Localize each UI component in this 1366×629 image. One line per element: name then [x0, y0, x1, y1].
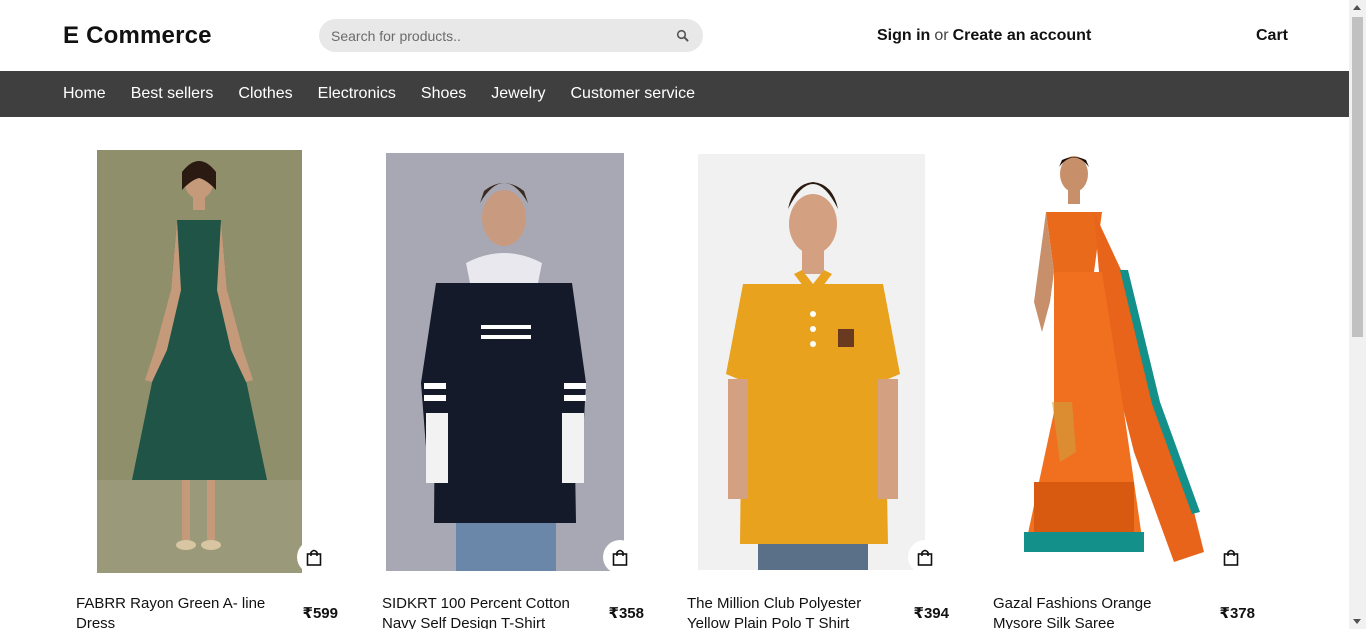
- scroll-up-arrow-icon[interactable]: [1353, 5, 1361, 10]
- nav-item-jewelry[interactable]: Jewelry: [491, 85, 545, 103]
- nav-item-clothes[interactable]: Clothes: [238, 85, 292, 103]
- nav-item-electronics[interactable]: Electronics: [318, 85, 396, 103]
- sign-in-link[interactable]: Sign in: [877, 27, 930, 44]
- product-card[interactable]: FABRR Rayon Green A- line Dress ₹599: [63, 148, 353, 629]
- search-bar: [319, 19, 703, 52]
- cart-link[interactable]: Cart: [1256, 27, 1288, 45]
- search-input[interactable]: [331, 19, 671, 52]
- nav-item-home[interactable]: Home: [63, 85, 106, 103]
- product-price: ₹378: [1219, 605, 1255, 622]
- add-to-cart-button[interactable]: [908, 540, 942, 574]
- main-nav: Home Best sellers Clothes Electronics Sh…: [0, 71, 1349, 117]
- add-to-cart-button[interactable]: [297, 540, 331, 574]
- product-image[interactable]: [97, 150, 302, 573]
- add-to-cart-button[interactable]: [1214, 540, 1248, 574]
- nav-item-best-sellers[interactable]: Best sellers: [131, 85, 214, 103]
- scroll-down-arrow-icon[interactable]: [1353, 619, 1361, 624]
- shopping-bag-icon: [917, 549, 933, 566]
- search-icon[interactable]: [675, 28, 691, 44]
- product-title[interactable]: Gazal Fashions Orange Mysore Silk Saree: [993, 594, 1198, 629]
- shopping-bag-icon: [1223, 549, 1239, 566]
- vertical-scrollbar[interactable]: [1349, 0, 1366, 629]
- brand-logo[interactable]: E Commerce: [63, 22, 212, 50]
- product-card[interactable]: SIDKRT 100 Percent Cotton Navy Self Desi…: [369, 148, 659, 629]
- page: E Commerce Sign inorCreate an account Ca…: [0, 0, 1349, 629]
- product-price: ₹599: [302, 605, 338, 622]
- product-card[interactable]: The Million Club Polyester Yellow Plain …: [674, 148, 964, 629]
- or-text: or: [934, 27, 949, 44]
- product-image[interactable]: [698, 154, 925, 570]
- add-to-cart-button[interactable]: [603, 540, 637, 574]
- product-title[interactable]: The Million Club Polyester Yellow Plain …: [687, 594, 892, 629]
- create-account-link[interactable]: Create an account: [953, 27, 1092, 44]
- product-price: ₹358: [608, 605, 644, 622]
- nav-item-shoes[interactable]: Shoes: [421, 85, 466, 103]
- shopping-bag-icon: [306, 549, 322, 566]
- shopping-bag-icon: [612, 549, 628, 566]
- nav-item-customer-service[interactable]: Customer service: [571, 85, 695, 103]
- product-price: ₹394: [913, 605, 949, 622]
- product-image[interactable]: [386, 153, 624, 571]
- header: E Commerce Sign inorCreate an account Ca…: [0, 0, 1349, 71]
- product-title[interactable]: SIDKRT 100 Percent Cotton Navy Self Desi…: [382, 594, 587, 629]
- product-image[interactable]: [1024, 152, 1214, 572]
- scroll-thumb[interactable]: [1352, 17, 1363, 337]
- product-card[interactable]: Gazal Fashions Orange Mysore Silk Saree …: [980, 148, 1270, 629]
- product-title[interactable]: FABRR Rayon Green A- line Dress: [76, 594, 281, 629]
- account-links: Sign in or Create an account: [877, 27, 1091, 45]
